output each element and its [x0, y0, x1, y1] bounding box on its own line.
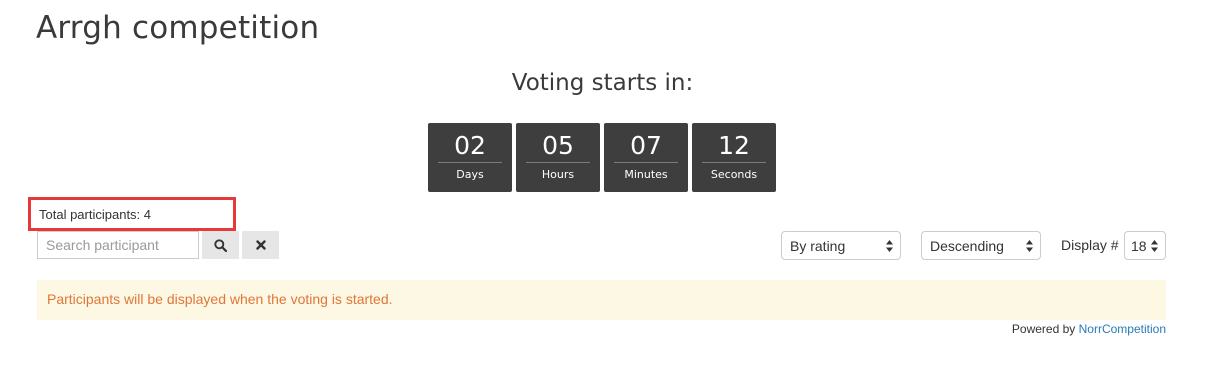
search-icon	[214, 238, 227, 252]
countdown-minutes: 07 Minutes	[604, 123, 688, 192]
norrcompetition-link[interactable]: NorrCompetition	[1079, 322, 1166, 336]
countdown-label: Hours	[541, 168, 575, 181]
search-input[interactable]	[37, 231, 199, 259]
page-title: Arrgh competition	[36, 10, 320, 46]
sort-order-select[interactable]: Descending	[921, 231, 1041, 260]
countdown-value: 05	[526, 133, 590, 163]
clear-search-button[interactable]	[242, 231, 279, 259]
voting-notice: Participants will be displayed when the …	[37, 280, 1166, 320]
sort-by-value: By rating	[790, 237, 846, 254]
countdown-seconds: 12 Seconds	[692, 123, 776, 192]
display-count-value: 18	[1131, 237, 1147, 254]
voting-heading: Voting starts in:	[511, 70, 694, 96]
close-icon	[255, 240, 266, 250]
sort-by-select[interactable]: By rating	[781, 231, 901, 260]
countdown-timer: 02 Days 05 Hours 07 Minutes 12 Seconds	[428, 123, 776, 192]
countdown-label: Days	[456, 168, 484, 181]
countdown-label: Minutes	[624, 168, 668, 181]
sort-arrows-icon	[886, 240, 893, 252]
countdown-label: Seconds	[710, 168, 758, 181]
sort-arrows-icon	[1151, 240, 1158, 252]
total-participants: Total participants: 4	[39, 207, 152, 222]
countdown-value: 02	[438, 133, 502, 163]
sort-arrows-icon	[1026, 240, 1033, 252]
countdown-value: 07	[614, 133, 678, 163]
powered-by-text: Powered by	[1011, 322, 1076, 336]
display-count-select[interactable]: 18	[1124, 231, 1166, 260]
countdown-hours: 05 Hours	[516, 123, 600, 192]
powered-by: Powered by NorrCompetition	[1012, 322, 1166, 336]
countdown-days: 02 Days	[428, 123, 512, 192]
search-button[interactable]	[202, 231, 239, 259]
display-count-label: Display #	[1061, 237, 1119, 253]
countdown-value: 12	[702, 133, 766, 163]
participants-highlight: Total participants: 4	[28, 197, 236, 231]
sort-order-value: Descending	[930, 237, 1004, 254]
